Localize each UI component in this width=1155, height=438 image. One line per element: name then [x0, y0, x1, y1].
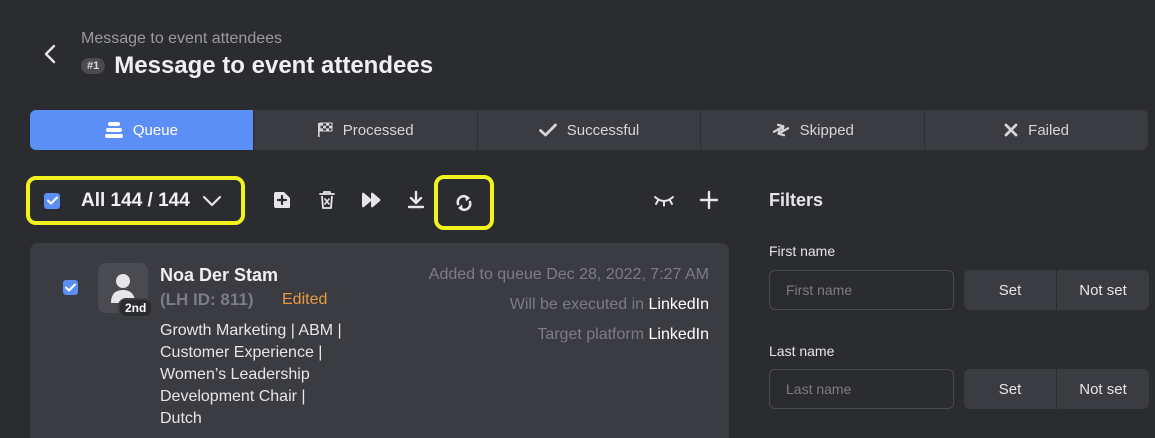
plus-icon	[699, 190, 719, 210]
target-platform-label: Target platform	[537, 326, 645, 343]
campaign-number-badge: #1	[81, 58, 106, 74]
headline-line: Growth Marketing | ABM |	[160, 322, 342, 339]
execution-info: Will be executed in LinkedIn	[510, 296, 709, 314]
download-button[interactable]	[404, 188, 428, 212]
connection-degree-badge: 2nd	[118, 298, 154, 318]
tab-label: Skipped	[799, 121, 854, 139]
x-icon	[1004, 123, 1018, 137]
chevron-left-icon	[44, 44, 56, 64]
select-all-dropdown[interactable]: All 144 / 144	[26, 176, 245, 225]
tab-failed[interactable]: Failed	[925, 110, 1148, 150]
tab-queue[interactable]: Queue	[30, 110, 254, 150]
checkmark-icon	[46, 196, 58, 205]
target-platform-value: LinkedIn	[648, 326, 710, 343]
breadcrumb: Message to event attendees	[81, 30, 283, 47]
headline-line: Dutch	[160, 410, 202, 427]
check-icon	[538, 123, 557, 137]
execution-label: Will be executed in	[509, 296, 645, 313]
filters-title: Filters	[769, 190, 824, 210]
download-icon	[407, 190, 425, 209]
headline-line: Development Chair |	[160, 388, 306, 405]
refresh-icon	[456, 194, 472, 211]
tab-label: Successful	[566, 121, 640, 139]
headline-line: Customer Experience |	[160, 344, 323, 361]
swap-arrows-icon	[772, 121, 790, 139]
skip-button[interactable]	[359, 188, 383, 212]
last-name-set-button[interactable]: Set	[964, 369, 1056, 409]
delete-button[interactable]	[315, 188, 339, 212]
last-name-label: Last name	[769, 343, 835, 359]
add-to-queue-button[interactable]	[270, 188, 294, 212]
checkered-flag-icon	[317, 122, 333, 138]
execution-platform: LinkedIn	[648, 296, 710, 313]
queue-item-card[interactable]: 2nd Noa Der Stam (LH ID: 811) Edited Gro…	[30, 243, 729, 438]
select-all-checkbox[interactable]	[44, 192, 60, 209]
first-name-set-button[interactable]: Set	[964, 270, 1056, 310]
trash-icon	[319, 191, 335, 209]
last-name-not-set-button[interactable]: Not set	[1056, 369, 1149, 409]
contact-name[interactable]: Noa Der Stam	[160, 265, 278, 286]
first-name-input[interactable]	[769, 270, 954, 310]
fast-forward-icon	[362, 192, 381, 208]
tab-skipped[interactable]: Skipped	[701, 110, 926, 150]
hide-button[interactable]	[652, 188, 676, 212]
chevron-down-icon	[202, 195, 222, 207]
back-button[interactable]	[38, 40, 62, 68]
stack-icon	[104, 122, 123, 138]
added-to-queue: Added to queue Dec 28, 2022, 7:27 AM	[428, 266, 709, 283]
last-name-input[interactable]	[769, 369, 954, 409]
status-tabs: Queue Processed Successful Skipped Faile…	[30, 110, 1148, 150]
add-icon	[274, 192, 290, 208]
lh-id: (LH ID: 811)	[160, 290, 254, 309]
item-checkbox[interactable]	[63, 280, 78, 295]
refresh-button[interactable]	[434, 175, 494, 230]
checkmark-icon	[65, 283, 76, 292]
first-name-set-toggle: Set Not set	[964, 270, 1149, 310]
tab-label: Failed	[1028, 121, 1070, 139]
title-row: #1 Message to event attendees	[81, 52, 433, 80]
contact-headline: Growth Marketing | ABM | Customer Experi…	[160, 320, 375, 430]
tab-label: Queue	[132, 121, 178, 139]
last-name-set-toggle: Set Not set	[964, 369, 1149, 409]
page-title: Message to event attendees	[114, 52, 434, 79]
selection-count: All 144 / 144	[81, 189, 190, 211]
headline-line: Women’s Leadership	[160, 366, 310, 383]
tab-label: Processed	[342, 121, 414, 139]
eye-closed-icon	[654, 196, 674, 207]
edited-badge: Edited	[282, 291, 328, 308]
target-platform-info: Target platform LinkedIn	[537, 326, 709, 344]
first-name-not-set-button[interactable]: Not set	[1056, 270, 1149, 310]
add-button[interactable]	[697, 188, 721, 212]
tab-successful[interactable]: Successful	[478, 110, 702, 150]
tab-processed[interactable]: Processed	[254, 110, 478, 150]
first-name-label: First name	[769, 243, 836, 259]
